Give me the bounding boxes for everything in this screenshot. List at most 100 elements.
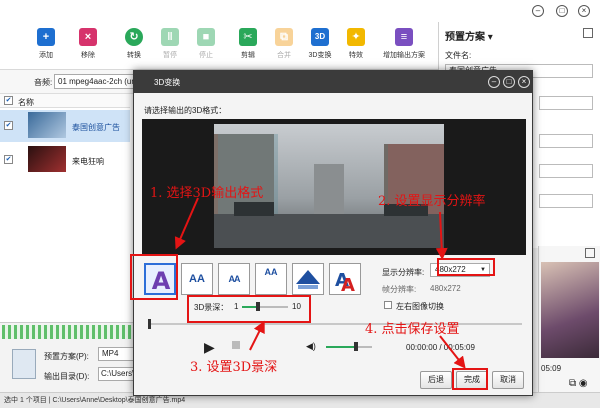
close-icon[interactable]: × bbox=[578, 5, 590, 17]
add-label: 添加 bbox=[39, 52, 53, 59]
audio-label: 音频: bbox=[34, 78, 53, 87]
3d-format-side-by-side[interactable]: AA bbox=[181, 263, 213, 295]
convert-label: 转换 bbox=[127, 52, 141, 59]
3d-icon: 3D bbox=[311, 28, 329, 46]
preset-dropdown-1[interactable] bbox=[539, 96, 593, 110]
annotation-box-depth bbox=[187, 295, 311, 323]
audio-select[interactable]: 01 mpeg4aac-2ch (und) bbox=[54, 74, 134, 89]
cancel-button[interactable]: 取消 bbox=[492, 371, 524, 389]
convert-button[interactable]: ↻ 转换 bbox=[116, 28, 152, 68]
remove-button[interactable]: × 移除 bbox=[70, 28, 106, 68]
add-button[interactable]: + 添加 bbox=[28, 28, 64, 68]
preset-dropdown-4[interactable] bbox=[539, 194, 593, 208]
preset-title[interactable]: 预置方案 ▾ bbox=[445, 28, 493, 43]
maximize-icon[interactable]: □ bbox=[556, 5, 568, 17]
merge-button[interactable]: ⧉ 合并 bbox=[266, 28, 302, 68]
list-header: ✔ 名称 bbox=[0, 94, 130, 108]
preset-dropdown-2[interactable] bbox=[539, 134, 593, 148]
3d-transform-label: 3D变换 bbox=[308, 52, 332, 59]
preset-select[interactable]: MP4 bbox=[98, 347, 134, 361]
effects-label: 特效 bbox=[349, 52, 363, 59]
3d-format-red-blue[interactable]: A A bbox=[329, 263, 361, 296]
playback-handle[interactable] bbox=[148, 319, 151, 329]
pause-button[interactable]: ‖ 暂停 bbox=[152, 28, 188, 68]
list-item[interactable]: ✔ 来电狂响 bbox=[0, 144, 130, 176]
preset-label: 预置方案(P): bbox=[44, 352, 89, 361]
3d-transform-dialog: 3D变换 – □ × 请选择输出的3D格式： A AA AA AA A A 显示… bbox=[133, 70, 533, 396]
expand-icon[interactable] bbox=[585, 248, 595, 258]
magic-wand-icon: ✦ bbox=[347, 28, 365, 46]
maximize-icon[interactable]: □ bbox=[503, 76, 515, 88]
file-name-label: 文件名: bbox=[445, 51, 472, 60]
display-resolution-label: 显示分辨率: bbox=[382, 268, 425, 277]
list-item[interactable]: ✔ 泰国创意广告 bbox=[0, 110, 130, 142]
annotation-step-4: 4. 点击保存设置 bbox=[365, 322, 460, 337]
format-label: AA bbox=[264, 267, 278, 277]
pause-icon: ‖ bbox=[161, 28, 179, 46]
add-output-label: 增加输出方案 bbox=[383, 52, 425, 59]
add-output-button[interactable]: ≡ 增加输出方案 bbox=[380, 28, 428, 68]
minimize-icon[interactable]: – bbox=[532, 5, 544, 17]
select-all-checkbox[interactable]: ✔ bbox=[4, 96, 13, 105]
pause-label: 暂停 bbox=[163, 52, 177, 59]
toolbar: + 添加 × 移除 ↻ 转换 ‖ 暂停 ■ 停止 ✂ 剪辑 ⧉ 合并 3D 3D… bbox=[0, 22, 438, 70]
remove-label: 移除 bbox=[81, 52, 95, 59]
dialog-title-bar: 3D变换 – □ × bbox=[134, 71, 532, 93]
film-icon bbox=[12, 349, 36, 379]
stop-label: 停止 bbox=[199, 52, 213, 59]
annotation-step-1: 1. 选择3D输出格式 bbox=[150, 186, 264, 201]
minimize-icon[interactable]: – bbox=[488, 76, 500, 88]
output-dir-label: 输出目录(D): bbox=[44, 372, 90, 381]
stop-icon: ■ bbox=[197, 28, 215, 46]
expand-icon[interactable] bbox=[583, 28, 593, 38]
back-button[interactable]: 后退 bbox=[420, 371, 452, 389]
annotation-box-finish bbox=[452, 368, 488, 390]
preview-panel: 05:09 ⧉ ◉ bbox=[538, 246, 600, 392]
refresh-icon: ↻ bbox=[125, 28, 143, 46]
format-label: AA bbox=[189, 273, 205, 285]
swap-label: 左右图像切换 bbox=[396, 302, 444, 311]
snapshot-icon[interactable]: ⧉ ◉ bbox=[569, 378, 588, 389]
preview-time: 05:09 bbox=[541, 364, 562, 373]
stop-icon[interactable] bbox=[232, 341, 240, 349]
red-blue-a-icon: A A bbox=[335, 270, 355, 296]
audio-waveform bbox=[2, 325, 132, 339]
effects-button[interactable]: ✦ 特效 bbox=[338, 28, 374, 68]
dialog-prompt: 请选择输出的3D格式： bbox=[144, 106, 227, 115]
3d-format-half-side-by-side[interactable]: AA bbox=[218, 263, 250, 295]
item-name: 泰国创意广告 bbox=[72, 123, 120, 132]
3d-format-depth[interactable] bbox=[292, 263, 324, 295]
3d-transform-button[interactable]: 3D 3D变换 bbox=[302, 28, 338, 68]
playback-progress[interactable] bbox=[148, 323, 522, 325]
frame-resolution-label: 帧分辨率: bbox=[382, 285, 417, 294]
volume-slider-fill bbox=[326, 346, 356, 348]
depth-icon bbox=[296, 270, 320, 289]
cut-label: 剪辑 bbox=[241, 52, 255, 59]
merge-label: 合并 bbox=[277, 52, 291, 59]
plus-icon: + bbox=[37, 28, 55, 46]
name-column-header[interactable]: 名称 bbox=[18, 97, 34, 108]
output-dir-field[interactable]: C:\Users\Anne\ bbox=[98, 367, 134, 381]
play-icon[interactable]: ▶ bbox=[204, 339, 215, 356]
annotation-step-2: 2. 设置显示分辨率 bbox=[378, 194, 486, 209]
annotation-step-3: 3. 设置3D景深 bbox=[190, 360, 278, 375]
preset-dropdown-3[interactable] bbox=[539, 164, 593, 178]
preview-video bbox=[541, 262, 599, 358]
item-checkbox[interactable]: ✔ bbox=[4, 155, 13, 164]
remove-icon: × bbox=[79, 28, 97, 46]
title-bar: – □ × bbox=[0, 0, 600, 22]
stop-button[interactable]: ■ 停止 bbox=[188, 28, 224, 68]
volume-slider-handle[interactable] bbox=[353, 342, 358, 351]
preset-title-label: 预置方案 bbox=[445, 32, 485, 43]
volume-icon[interactable]: ◀) bbox=[306, 341, 316, 352]
close-icon[interactable]: × bbox=[518, 76, 530, 88]
annotation-box-resolution bbox=[437, 258, 495, 276]
cut-button[interactable]: ✂ 剪辑 bbox=[230, 28, 266, 68]
swap-checkbox[interactable] bbox=[384, 301, 392, 309]
svg-text:A: A bbox=[341, 275, 355, 294]
3d-format-top-bottom[interactable]: AA bbox=[255, 263, 287, 295]
scissors-icon: ✂ bbox=[239, 28, 257, 46]
video-thumbnail bbox=[28, 146, 66, 172]
document-icon: ≡ bbox=[395, 28, 413, 46]
item-checkbox[interactable]: ✔ bbox=[4, 121, 13, 130]
